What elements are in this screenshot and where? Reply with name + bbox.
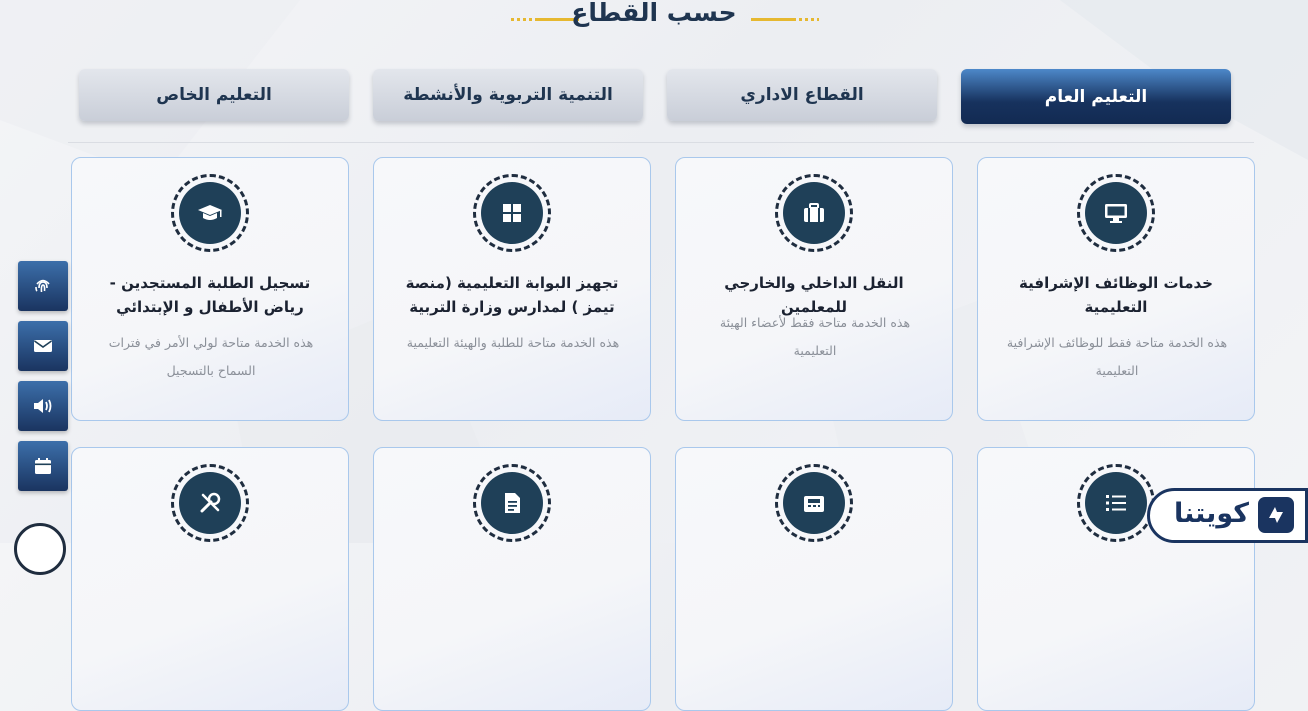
title-decor-line-right	[751, 18, 793, 21]
service-card-new-student-registration[interactable]: تسجيل الطلبة المستجدين - رياض الأطفال و …	[71, 157, 349, 421]
service-card-row2-4[interactable]	[71, 447, 349, 711]
tab-label: التعليم الخاص	[156, 85, 272, 105]
tab-label: التعليم العام	[1044, 86, 1148, 107]
fax-icon	[804, 496, 824, 512]
volume-icon	[34, 399, 52, 413]
tab-label: القطاع الاداري	[740, 85, 864, 105]
windows-icon	[503, 204, 521, 222]
card-description: هذه الخدمة متاحة لولي الأمر في فترات الس…	[108, 335, 314, 378]
logo-text: كويتنا	[1174, 498, 1249, 529]
list-icon	[1106, 495, 1126, 511]
service-card-teams-portal[interactable]: تجهيز البوابة التعليمية (منصة تيمز ) لمد…	[373, 157, 651, 421]
tools-icon	[200, 492, 221, 513]
service-card-row2-3[interactable]	[373, 447, 651, 711]
card-description: هذه الخدمة متاحة فقط للوظائف الإشرافية ا…	[1006, 335, 1228, 378]
monitor-icon	[1105, 204, 1127, 223]
logo-mark-icon	[1258, 497, 1294, 533]
card-icon-ring	[1077, 174, 1155, 252]
tab-label: التنمية التربوية والأنشطة	[403, 85, 613, 105]
tab-private-education[interactable]: التعليم الخاص	[79, 69, 349, 121]
card-title: تجهيز البوابة التعليمية (منصة تيمز ) لمد…	[405, 274, 619, 316]
service-card-row2-1[interactable]	[977, 447, 1255, 711]
service-card-row2-2[interactable]	[675, 447, 953, 711]
card-icon-ring	[775, 464, 853, 542]
card-title: خدمات الوظائف الإشرافية التعليمية	[1019, 274, 1213, 316]
card-icon-ring	[473, 174, 551, 252]
kuwaitna-logo[interactable]: كويتنا	[1147, 488, 1308, 543]
card-icon-ring	[775, 174, 853, 252]
card-icon-ring	[171, 464, 249, 542]
card-icon-ring	[473, 464, 551, 542]
calendar-button[interactable]	[18, 441, 68, 491]
service-card-teacher-transfer[interactable]: النقل الداخلي والخارجي للمعلمين هذه الخد…	[675, 157, 953, 421]
fingerprint-icon	[35, 279, 50, 293]
tab-administrative-sector[interactable]: القطاع الاداري	[667, 69, 937, 121]
section-title: حسب القطاع	[571, 0, 737, 27]
envelope-icon	[34, 340, 52, 352]
announcements-button[interactable]	[18, 381, 68, 431]
card-description: هذه الخدمة متاحة للطلبة والهيئة التعليمي…	[406, 335, 620, 350]
tab-general-education[interactable]: التعليم العام	[961, 69, 1231, 124]
card-icon-ring	[1077, 464, 1155, 542]
card-description: هذه الخدمة متاحة فقط لأعضاء الهيئة التعل…	[719, 315, 911, 358]
title-decor-dots-right	[793, 18, 819, 21]
accessibility-widget[interactable]	[14, 523, 66, 575]
tabs-divider	[68, 142, 1254, 143]
tab-educational-development[interactable]: التنمية التربوية والأنشطة	[373, 69, 643, 121]
email-button[interactable]	[18, 321, 68, 371]
fingerprint-button[interactable]	[18, 261, 68, 311]
service-card-supervisory-jobs[interactable]: خدمات الوظائف الإشرافية التعليمية هذه ال…	[977, 157, 1255, 421]
graduation-cap-icon	[198, 205, 222, 220]
calendar-icon	[35, 458, 51, 474]
card-icon-ring	[171, 174, 249, 252]
document-icon	[505, 493, 520, 513]
section-header: حسب القطاع	[0, 0, 1308, 30]
briefcase-icon	[804, 203, 824, 222]
card-title: تسجيل الطلبة المستجدين - رياض الأطفال و …	[109, 274, 311, 316]
